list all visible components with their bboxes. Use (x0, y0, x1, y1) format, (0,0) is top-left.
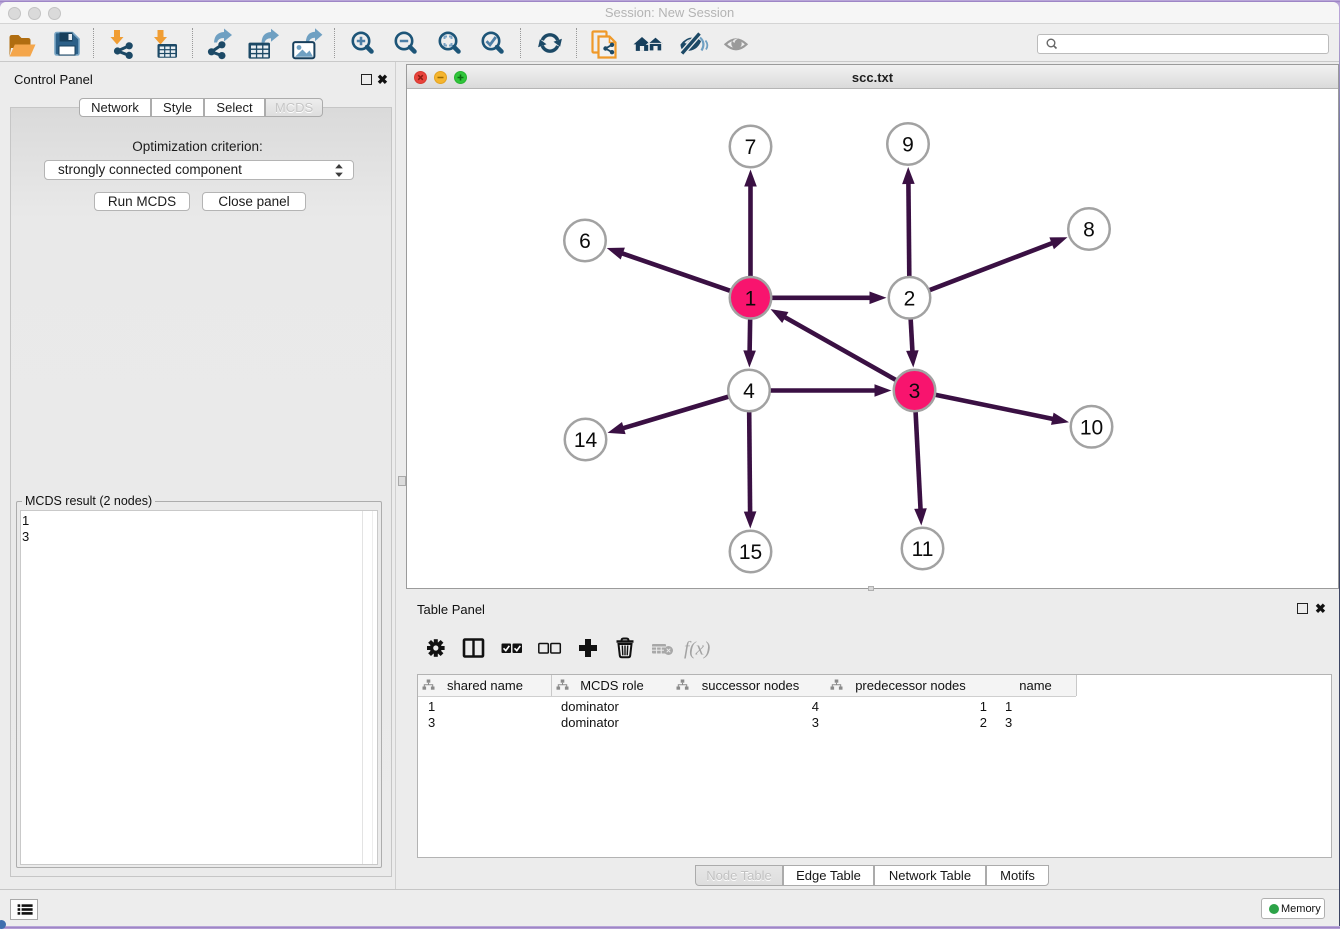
svg-text:10: 10 (1080, 416, 1103, 439)
svg-text:11: 11 (912, 538, 934, 561)
svg-text:3: 3 (909, 380, 921, 403)
svg-text:8: 8 (1083, 219, 1095, 242)
svg-text:4: 4 (743, 380, 755, 403)
svg-text:f(x): f(x) (684, 639, 710, 660)
svg-text:2: 2 (904, 287, 916, 310)
svg-text:9: 9 (902, 134, 914, 157)
svg-text:15: 15 (739, 541, 762, 564)
svg-text:14: 14 (574, 429, 598, 452)
svg-text:7: 7 (745, 136, 757, 159)
svg-text:1: 1 (745, 287, 757, 310)
svg-text:6: 6 (579, 230, 591, 253)
